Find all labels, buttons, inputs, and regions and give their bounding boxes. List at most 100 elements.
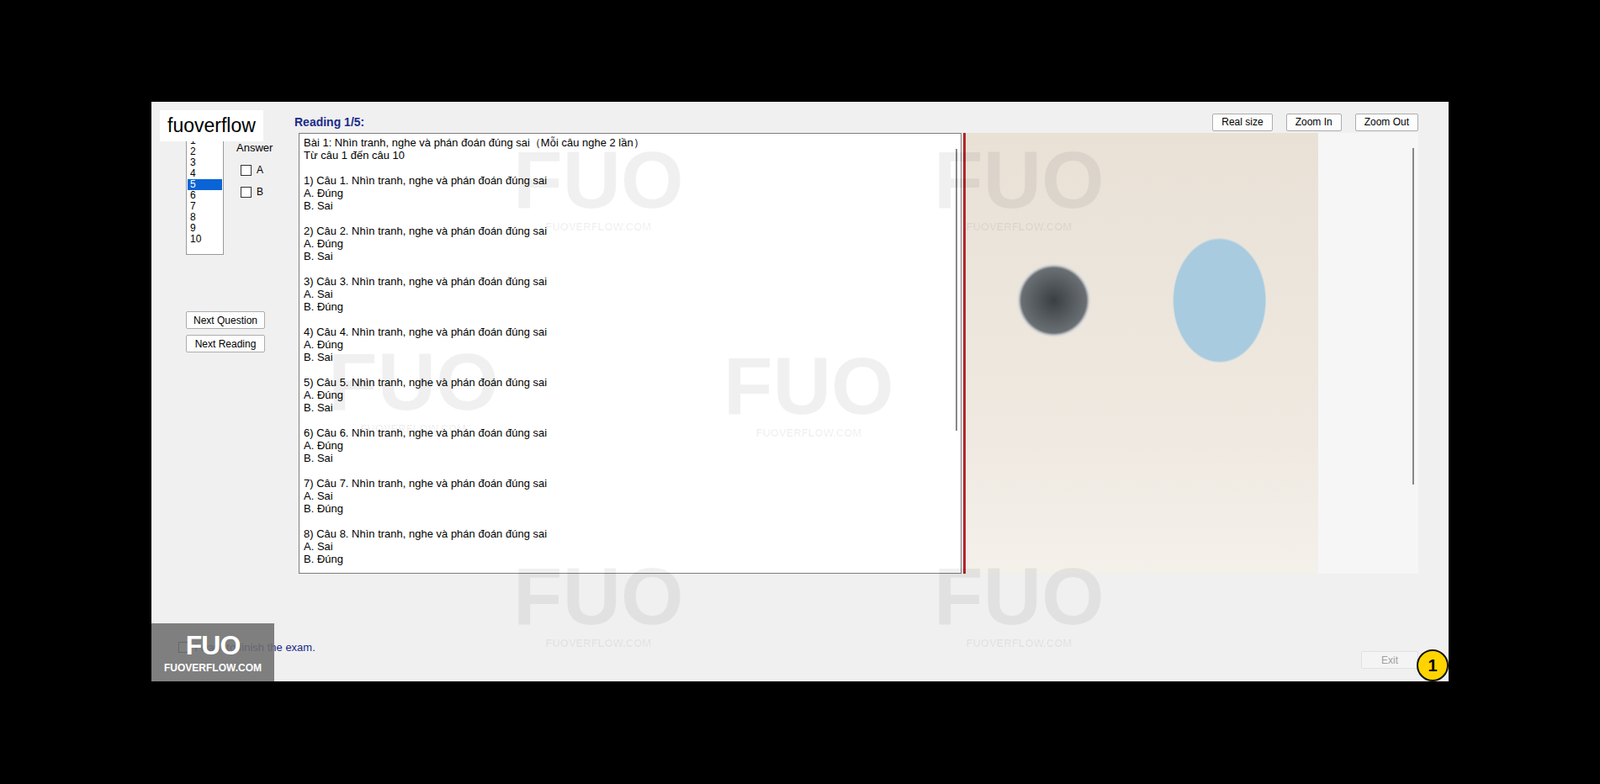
question-list[interactable]: 12345678910 [185,132,224,255]
zoom-button[interactable]: Real size [1212,113,1272,132]
passage-question: 3) Câu 3. Nhìn tranh, nghe và phán đoán … [303,275,949,313]
question-title: 3) Câu 3. Nhìn tranh, nghe và phán đoán … [303,275,949,288]
screen: 12345678910AnswerABNext QuestionNext Rea… [0,0,1600,784]
watermark-mark: FUO [933,139,1105,221]
passage-intro-line: Bài 1: Nhìn tranh, nghe và phán đoán đún… [303,136,949,149]
answer-title: Answer [236,141,273,154]
logo-mark: FUO [185,631,241,659]
watermark-caption: FUOVERFLOW.COM [545,636,652,650]
question-list-item[interactable]: 4 [187,168,223,180]
question-list-item[interactable]: 9 [187,222,223,234]
answer-option-label: B [256,185,264,198]
passage-question: 6) Câu 6. Nhìn tranh, nghe và phán đoán … [303,426,949,465]
question-option: B. Sai [303,350,949,364]
watermark: FUOFUOVERFLOW.COM [933,556,1105,650]
passage-question: 8) Câu 8. Nhìn tranh, nghe và phán đoán … [303,527,949,566]
question-title: 4) Câu 4. Nhìn tranh, nghe và phán đoán … [303,325,949,339]
bottom-bar: I want to finish the exam.Exit [168,641,1432,669]
question-option: A. Đúng [303,338,949,351]
question-option: A. Sai [303,489,949,503]
question-list-item[interactable]: 10 [187,233,223,245]
question-title: 5) Câu 5. Nhìn tranh, nghe và phán đoán … [303,376,949,389]
question-list-item[interactable]: 3 [187,157,223,169]
zoom-button[interactable]: Zoom Out [1355,113,1419,132]
question-option: B. Sai [303,249,949,263]
passage-scrollbar[interactable] [952,133,961,573]
watermark-caption: FUOVERFLOW.COM [965,220,1072,234]
question-option: A. Đúng [303,237,949,250]
question-option: A. Đúng [303,439,949,452]
reading-content: Bài 1: Nhìn tranh, nghe và phán đoán đún… [298,132,1419,574]
question-option: B. Sai [303,401,949,414]
question-option: B. Sai [303,199,949,212]
watermark-mark: FUO [933,556,1105,637]
watermark-mark: FUO [723,345,895,427]
site-label: fuoverflow [159,110,264,142]
nav-buttons: Next Question Next Reading [185,311,299,353]
passage-question: 1) Câu 1. Nhìn tranh, nghe và phán đoán … [303,174,949,212]
answer-checkbox[interactable] [240,164,252,176]
question-option: A. Sai [303,287,949,301]
scrollbar-thumb[interactable] [1412,148,1415,485]
passage-question: 7) Câu 7. Nhìn tranh, nghe và phán đoán … [303,476,949,515]
watermark-mark: FUO [513,556,684,637]
watermark: FUOFUOVERFLOW.COM [328,341,499,435]
watermark-mark: FUO [513,139,684,221]
watermark: FUOFUOVERFLOW.COM [723,345,895,440]
question-title: 7) Câu 7. Nhìn tranh, nghe và phán đoán … [303,476,949,490]
exam-window: 12345678910AnswerABNext QuestionNext Rea… [151,101,1449,682]
question-title: 1) Câu 1. Nhìn tranh, nghe và phán đoán … [303,174,949,187]
watermark-mark: FUO [328,341,499,423]
question-title: 2) Câu 2. Nhìn tranh, nghe và phán đoán … [303,224,949,238]
step-badge: 1 [1416,649,1449,682]
exit-button[interactable]: Exit [1361,651,1419,669]
image-pane [963,132,1419,574]
question-picker: 12345678910AnswerAB [185,132,299,255]
passage-question: 2) Câu 2. Nhìn tranh, nghe và phán đoán … [303,224,949,263]
question-option: B. Đúng [303,300,949,313]
watermark: FUOFUOVERFLOW.COM [513,139,684,234]
question-list-item[interactable]: 2 [187,146,223,158]
zoom-button[interactable]: Zoom In [1286,113,1342,132]
watermark: FUOFUOVERFLOW.COM [933,139,1105,234]
question-list-item[interactable]: 8 [187,211,223,223]
answer-option[interactable]: B [240,185,273,198]
nav-button[interactable]: Next Question [185,311,265,329]
question-option: B. Đúng [303,552,949,566]
passage-question: 4) Câu 4. Nhìn tranh, nghe và phán đoán … [303,325,949,364]
logo-caption: FUOVERFLOW.COM [164,662,262,674]
reading-header: Reading 1/5:Real sizeZoom InZoom Out [298,111,1419,133]
question-option: A. Đúng [303,388,949,402]
watermark: FUOFUOVERFLOW.COM [513,556,684,650]
answer-checkbox[interactable] [240,186,252,198]
question-option: A. Đúng [303,186,949,200]
question-option: A. Sai [303,540,949,553]
question-title: 6) Câu 6. Nhìn tranh, nghe và phán đoán … [303,426,949,440]
reading-title: Reading 1/5: [294,115,365,129]
question-list-item[interactable]: 5 [187,179,223,191]
site-logo: FUO FUOVERFLOW.COM [151,623,275,682]
left-column: 12345678910AnswerABNext QuestionNext Rea… [168,111,299,584]
watermark-caption: FUOVERFLOW.COM [965,636,1072,650]
passage-text: Bài 1: Nhìn tranh, nghe và phán đoán đún… [299,133,953,573]
answer-option-label: A [256,164,264,176]
zoom-toolbar: Real size Zoom In Zoom Out [1212,113,1419,132]
watermark-caption: FUOVERFLOW.COM [545,220,652,234]
answer-option[interactable]: A [240,164,273,176]
watermark-caption: FUOVERFLOW.COM [360,422,467,435]
main-area: 12345678910AnswerABNext QuestionNext Rea… [168,111,1432,584]
question-list-item[interactable]: 7 [187,201,223,212]
scrollbar-thumb[interactable] [955,148,958,431]
nav-button[interactable]: Next Reading [185,334,265,353]
question-photo [965,132,1319,574]
passage-textarea[interactable]: Bài 1: Nhìn tranh, nghe và phán đoán đún… [298,132,962,574]
reading-column: Reading 1/5:Real sizeZoom InZoom OutBài … [298,111,1432,584]
question-title: 8) Câu 8. Nhìn tranh, nghe và phán đoán … [303,527,949,541]
question-option: B. Đúng [303,502,949,515]
passage-question: 5) Câu 5. Nhìn tranh, nghe và phán đoán … [303,376,949,414]
watermark-caption: FUOVERFLOW.COM [755,426,862,440]
answer-panel: AnswerAB [240,132,273,255]
question-list-item[interactable]: 6 [187,190,223,202]
image-scrollbar[interactable] [1408,132,1419,574]
passage-intro-line: Từ câu 1 đến câu 10 [303,148,949,162]
